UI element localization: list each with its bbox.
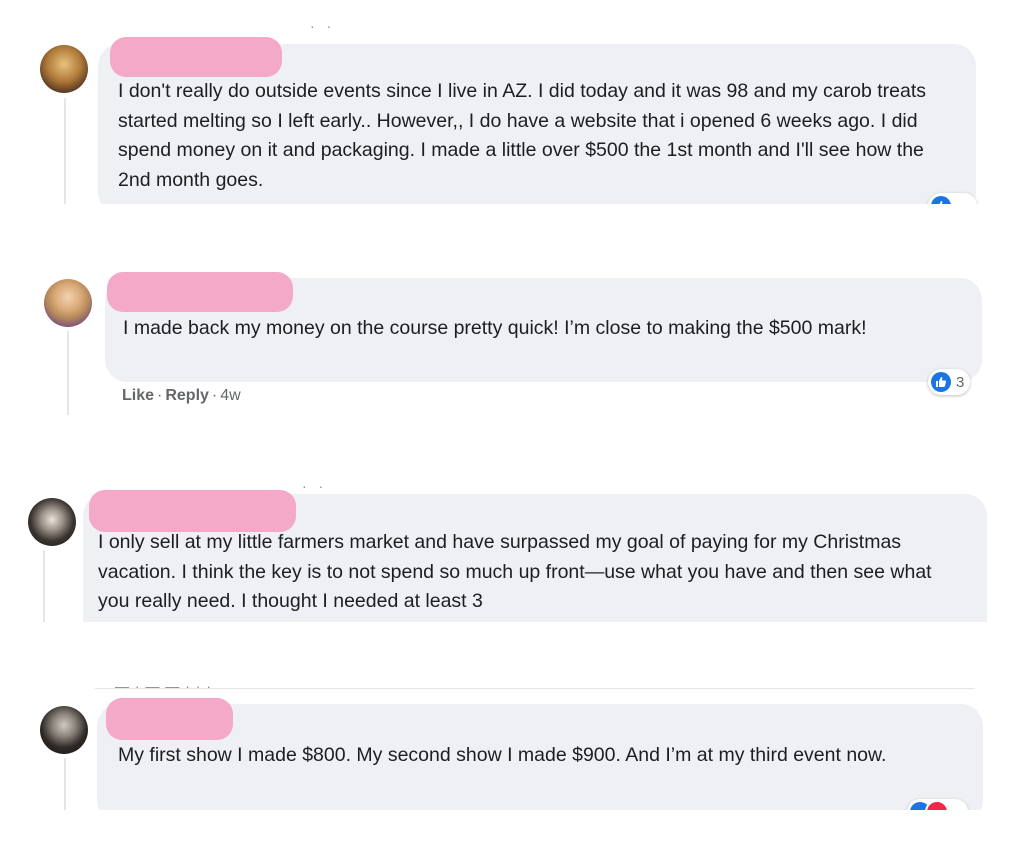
comment-text: My first show I made $800. My second sho… xyxy=(118,744,887,766)
thread-line xyxy=(64,98,66,204)
avatar[interactable] xyxy=(40,706,88,754)
avatar[interactable] xyxy=(44,279,92,327)
divider xyxy=(95,688,975,689)
redacted-author-name xyxy=(110,37,282,77)
avatar[interactable] xyxy=(40,45,88,93)
like-link[interactable]: Like xyxy=(122,387,154,404)
comment-1: · · I don't really do outside events sin… xyxy=(0,0,1024,204)
avatar[interactable] xyxy=(28,498,76,546)
more-options-icon[interactable]: · · xyxy=(302,478,327,494)
redacted-author-name xyxy=(89,490,296,532)
reaction-badge[interactable] xyxy=(907,799,968,810)
reaction-badge[interactable] xyxy=(928,193,977,204)
comment-actions: Like · Reply · 4w xyxy=(122,387,241,404)
comment-text: I only sell at my little farmers market … xyxy=(98,531,932,612)
comment-2: I made back my money on the course prett… xyxy=(0,265,1024,425)
reaction-badge[interactable]: 3 xyxy=(928,369,971,395)
comment-4: My first show I made $800. My second sho… xyxy=(0,688,1024,810)
thread-line xyxy=(67,331,69,415)
reaction-count: 3 xyxy=(956,373,965,391)
comment-timestamp[interactable]: 4w xyxy=(220,387,240,404)
redacted-author-name xyxy=(107,272,293,312)
comment-3: · · I only sell at my little farmers mar… xyxy=(0,470,1024,622)
comment-text: I made back my money on the course prett… xyxy=(123,317,867,339)
redacted-author-name xyxy=(106,698,233,740)
comment-text: I don't really do outside events since I… xyxy=(118,80,926,191)
like-icon xyxy=(931,196,951,204)
love-icon xyxy=(925,800,949,810)
thread-line xyxy=(64,758,66,810)
like-icon xyxy=(931,372,951,392)
thread-line xyxy=(43,550,45,622)
more-options-icon[interactable]: · · xyxy=(310,18,335,34)
reply-link[interactable]: Reply xyxy=(165,387,209,404)
